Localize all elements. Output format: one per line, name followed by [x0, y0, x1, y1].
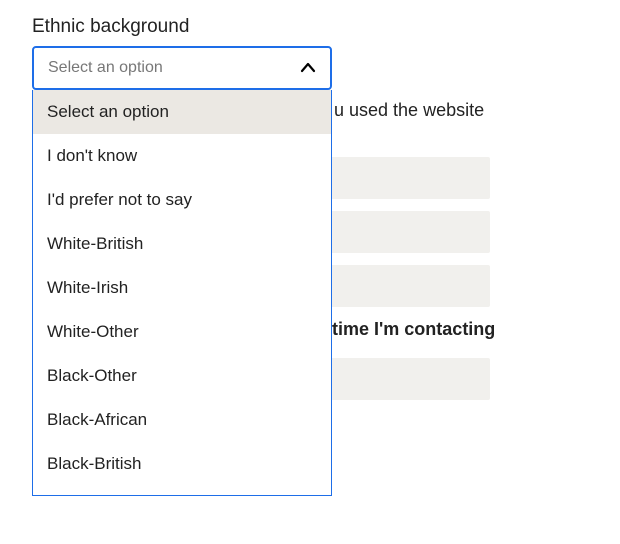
dropdown-option[interactable]: Black-Asian [33, 486, 331, 496]
dropdown-option[interactable]: Black-Other [33, 354, 331, 398]
dropdown-panel: Select an option I don't know I'd prefer… [32, 90, 332, 496]
ethnic-background-select[interactable]: Select an option Select an option I don'… [32, 46, 332, 90]
select-control[interactable]: Select an option [32, 46, 332, 90]
field-label: Ethnic background [32, 16, 588, 38]
dropdown-option[interactable]: Select an option [33, 90, 331, 134]
dropdown-option[interactable]: I don't know [33, 134, 331, 178]
background-text-fragment: time I'm contacting [332, 319, 600, 340]
select-placeholder: Select an option [48, 59, 163, 77]
dropdown-option[interactable]: White-Other [33, 310, 331, 354]
dropdown-option[interactable]: Black-African [33, 398, 331, 442]
dropdown-option[interactable]: Black-British [33, 442, 331, 486]
background-text-fragment: u used the website [334, 100, 600, 121]
chevron-up-icon [300, 60, 316, 76]
dropdown-option[interactable]: White-Irish [33, 266, 331, 310]
dropdown-option[interactable]: White-British [33, 222, 331, 266]
dropdown-option[interactable]: I'd prefer not to say [33, 178, 331, 222]
